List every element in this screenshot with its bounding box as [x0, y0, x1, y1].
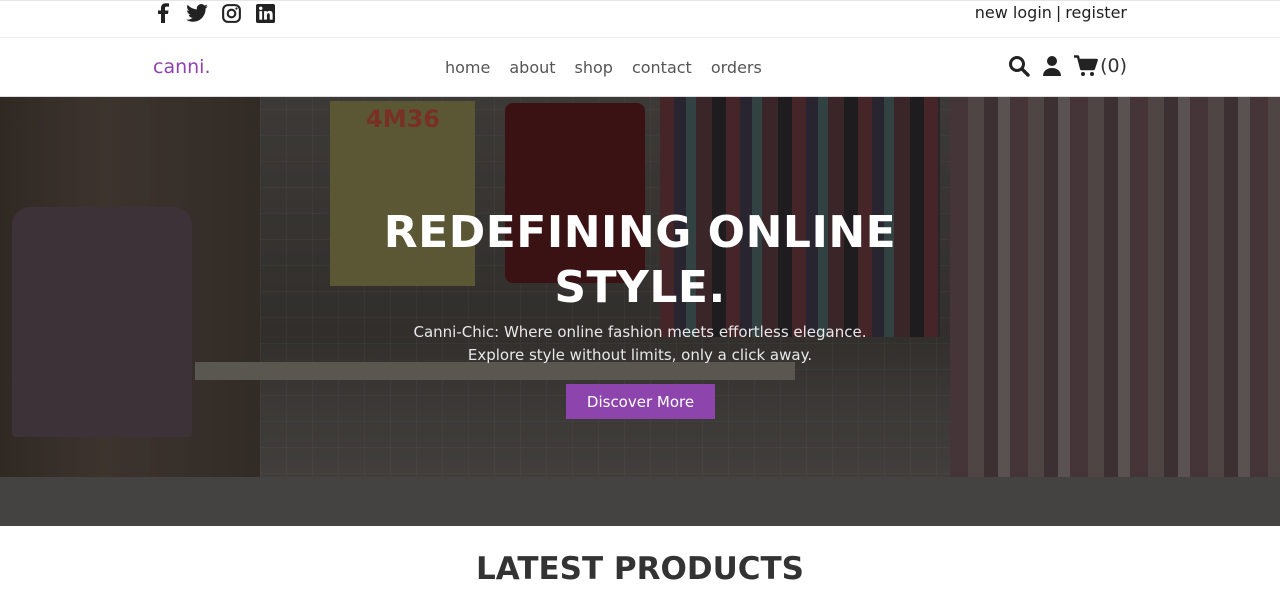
- auth-links: new login | register: [975, 3, 1127, 22]
- nav-orders[interactable]: orders: [711, 58, 762, 77]
- facebook-icon[interactable]: [152, 3, 174, 23]
- register-link[interactable]: register: [1065, 3, 1127, 22]
- linkedin-icon[interactable]: [254, 3, 276, 23]
- hero-banner: 4M36 REDEFINING ONLINE STYLE. Canni-Chic…: [0, 97, 1280, 526]
- top-strip: new login | register: [0, 0, 1280, 38]
- hero-subtitle: Canni-Chic: Where online fashion meets e…: [413, 323, 867, 364]
- hero-title: REDEFINING ONLINE STYLE.: [383, 207, 897, 313]
- hero-content: REDEFINING ONLINE STYLE. Canni-Chic: Whe…: [0, 97, 1280, 526]
- nav-icons: (0): [1008, 55, 1127, 77]
- latest-products-heading: LATEST PRODUCTS: [476, 551, 804, 587]
- social-links: [152, 3, 276, 23]
- login-link[interactable]: new login: [975, 3, 1052, 22]
- cart-count: (0): [1100, 55, 1127, 77]
- instagram-icon[interactable]: [220, 3, 242, 23]
- nav-contact[interactable]: contact: [632, 58, 692, 77]
- user-icon[interactable]: [1042, 55, 1062, 77]
- search-icon[interactable]: [1008, 55, 1030, 77]
- brand-logo[interactable]: canni.: [153, 56, 211, 78]
- nav-about[interactable]: about: [509, 58, 555, 77]
- cart-icon[interactable]: (0): [1074, 55, 1127, 77]
- nav-shop[interactable]: shop: [575, 58, 613, 77]
- main-nav: home about shop contact orders: [445, 58, 762, 77]
- discover-more-button[interactable]: Discover More: [566, 384, 715, 419]
- navbar: canni. home about shop contact orders (0…: [0, 38, 1280, 97]
- nav-home[interactable]: home: [445, 58, 490, 77]
- twitter-icon[interactable]: [186, 3, 208, 23]
- auth-separator: |: [1055, 3, 1062, 22]
